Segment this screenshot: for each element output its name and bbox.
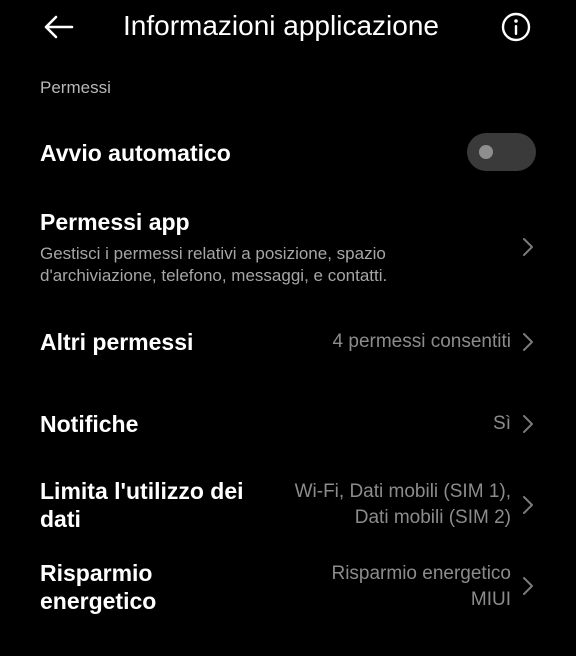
battery-saver-title: Risparmio energetico [40,560,157,614]
data-usage-row[interactable]: Limita l'utilizzo dei dati Wi-Fi, Dati m… [0,472,576,538]
app-bar: Informazioni applicazione [0,0,576,54]
section-label-permissions: Permessi [40,78,111,97]
info-button[interactable] [500,11,532,43]
page-title: Informazioni applicazione [123,10,439,41]
toggle-knob [479,145,493,159]
autostart-title: Avvio automatico [40,140,231,166]
data-usage-value: Wi-Fi, Dati mobili (SIM 1), Dati mobili … [294,481,511,528]
other-permissions-title: Altri permessi [40,329,194,355]
battery-saver-row[interactable]: Risparmio energetico Risparmio energetic… [0,556,576,622]
chevron-right-icon [521,495,535,515]
info-circle-icon [501,12,531,42]
battery-saver-value: Risparmio energetico MIUI [331,563,511,610]
chevron-right-icon [521,576,535,596]
notifications-value: Sì [493,413,511,434]
app-permissions-title: Permessi app [40,209,190,235]
notifications-row[interactable]: Notifiche Sì [0,400,576,448]
chevron-right-icon [521,332,535,352]
back-button[interactable] [40,10,78,44]
other-permissions-row[interactable]: Altri permessi 4 permessi consentiti [0,318,576,366]
arrow-left-icon [44,15,74,39]
app-permissions-row[interactable]: Permessi app Gestisci i permessi relativ… [0,196,576,296]
notifications-title: Notifiche [40,411,139,437]
app-permissions-description: Gestisci i permessi relativi a posizione… [40,244,388,285]
chevron-right-icon [521,414,535,434]
data-usage-title: Limita l'utilizzo dei dati [40,478,244,532]
other-permissions-value: 4 permessi consentiti [332,331,511,352]
autostart-toggle[interactable] [467,133,536,171]
chevron-right-icon [521,237,535,257]
